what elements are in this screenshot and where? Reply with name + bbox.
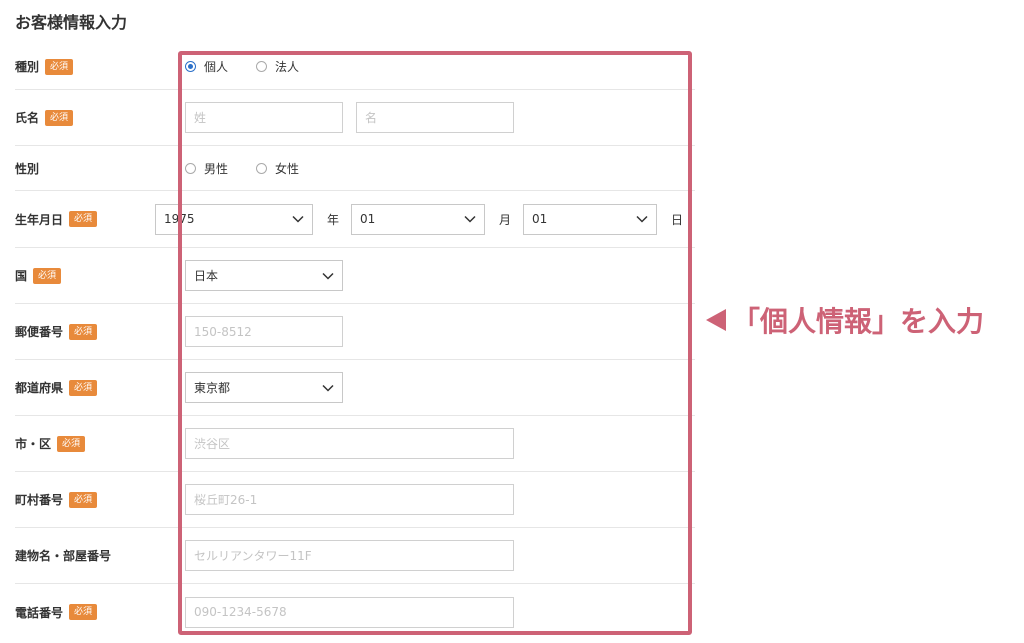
prefecture-value: 東京都 — [194, 381, 231, 395]
gender-option-female[interactable]: 女性 — [256, 160, 299, 177]
year-unit: 年 — [326, 212, 339, 227]
row-name: 氏名 必須 — [15, 90, 695, 146]
left-triangle-icon — [706, 309, 726, 331]
day-unit: 日 — [670, 212, 683, 227]
phone-label: 電話番号 — [15, 605, 64, 620]
radio-button[interactable] — [256, 162, 268, 174]
postal-label: 郵便番号 — [15, 325, 64, 339]
customer-form: 種別 必須 個人 法人 氏名 必須 性別 — [15, 44, 695, 640]
radio-button-checked[interactable] — [185, 61, 196, 72]
country-label: 国 — [15, 269, 28, 283]
required-badge: 必須 — [45, 58, 74, 75]
required-badge: 必須 — [69, 211, 98, 227]
required-badge: 必須 — [45, 109, 74, 126]
chevron-down-icon — [636, 215, 648, 223]
chevron-down-icon — [292, 215, 304, 223]
row-phone: 電話番号 必須 — [15, 584, 695, 640]
month-unit: 月 — [498, 212, 511, 227]
chevron-down-icon — [322, 272, 334, 280]
row-gender: 性別 男性 女性 — [15, 146, 695, 191]
row-birthdate: 生年月日 必須 1975 年 01 月 01 日 — [15, 191, 695, 248]
row-country: 国 必須 日本 — [15, 248, 695, 304]
building-label: 建物名・部屋番号 — [15, 549, 112, 563]
street-input[interactable] — [185, 484, 514, 515]
required-badge: 必須 — [69, 604, 98, 620]
prefecture-label: 都道府県 — [15, 381, 64, 395]
name-label: 氏名 — [15, 111, 40, 125]
birth-day-value: 01 — [531, 212, 548, 226]
row-postal: 郵便番号 必須 — [15, 304, 695, 360]
postal-code-input[interactable] — [185, 316, 343, 347]
phone-input[interactable] — [185, 596, 514, 628]
required-badge: 必須 — [69, 323, 98, 340]
row-building: 建物名・部屋番号 — [15, 528, 695, 584]
chevron-down-icon — [464, 215, 476, 223]
required-badge: 必須 — [69, 491, 98, 508]
radio-button[interactable] — [256, 61, 268, 72]
first-name-input[interactable] — [356, 102, 514, 133]
row-city: 市・区 必須 — [15, 416, 695, 472]
callout-annotation: 「個人情報」を入力 — [706, 300, 984, 340]
birth-year-value: 1975 — [163, 212, 195, 226]
callout-text: 「個人情報」を入力 — [732, 305, 985, 338]
city-label: 市・区 — [15, 437, 52, 451]
type-option-individual-label: 個人 — [204, 60, 229, 74]
gender-option-male-label: 男性 — [204, 161, 229, 176]
row-type: 種別 必須 個人 法人 — [15, 44, 695, 90]
birth-month-select[interactable]: 01 — [350, 203, 485, 235]
required-badge: 必須 — [69, 379, 98, 396]
street-label: 町村番号 — [15, 493, 64, 507]
last-name-input[interactable] — [185, 102, 343, 133]
country-select[interactable]: 日本 — [185, 260, 343, 291]
type-option-corporate-label: 法人 — [275, 60, 300, 74]
type-label: 種別 — [15, 60, 40, 74]
page-title: お客様情報入力 — [15, 13, 128, 32]
row-prefecture: 都道府県 必須 東京都 — [15, 360, 695, 416]
birth-month-value: 01 — [359, 212, 376, 226]
type-option-individual[interactable]: 個人 — [185, 58, 228, 75]
city-input[interactable] — [185, 428, 514, 459]
gender-option-female-label: 女性 — [275, 161, 300, 176]
prefecture-select[interactable]: 東京都 — [185, 372, 343, 403]
required-badge: 必須 — [57, 435, 86, 452]
birth-day-select[interactable]: 01 — [522, 203, 657, 235]
row-street: 町村番号 必須 — [15, 472, 695, 528]
gender-option-male[interactable]: 男性 — [185, 160, 228, 177]
chevron-down-icon — [322, 384, 334, 392]
gender-label: 性別 — [15, 161, 40, 176]
required-badge: 必須 — [33, 267, 62, 284]
birthdate-label: 生年月日 — [15, 212, 64, 227]
radio-button[interactable] — [185, 162, 196, 174]
birth-year-select[interactable]: 1975 — [154, 203, 313, 235]
country-value: 日本 — [194, 269, 219, 283]
type-option-corporate[interactable]: 法人 — [256, 58, 299, 75]
building-input[interactable] — [185, 540, 514, 571]
